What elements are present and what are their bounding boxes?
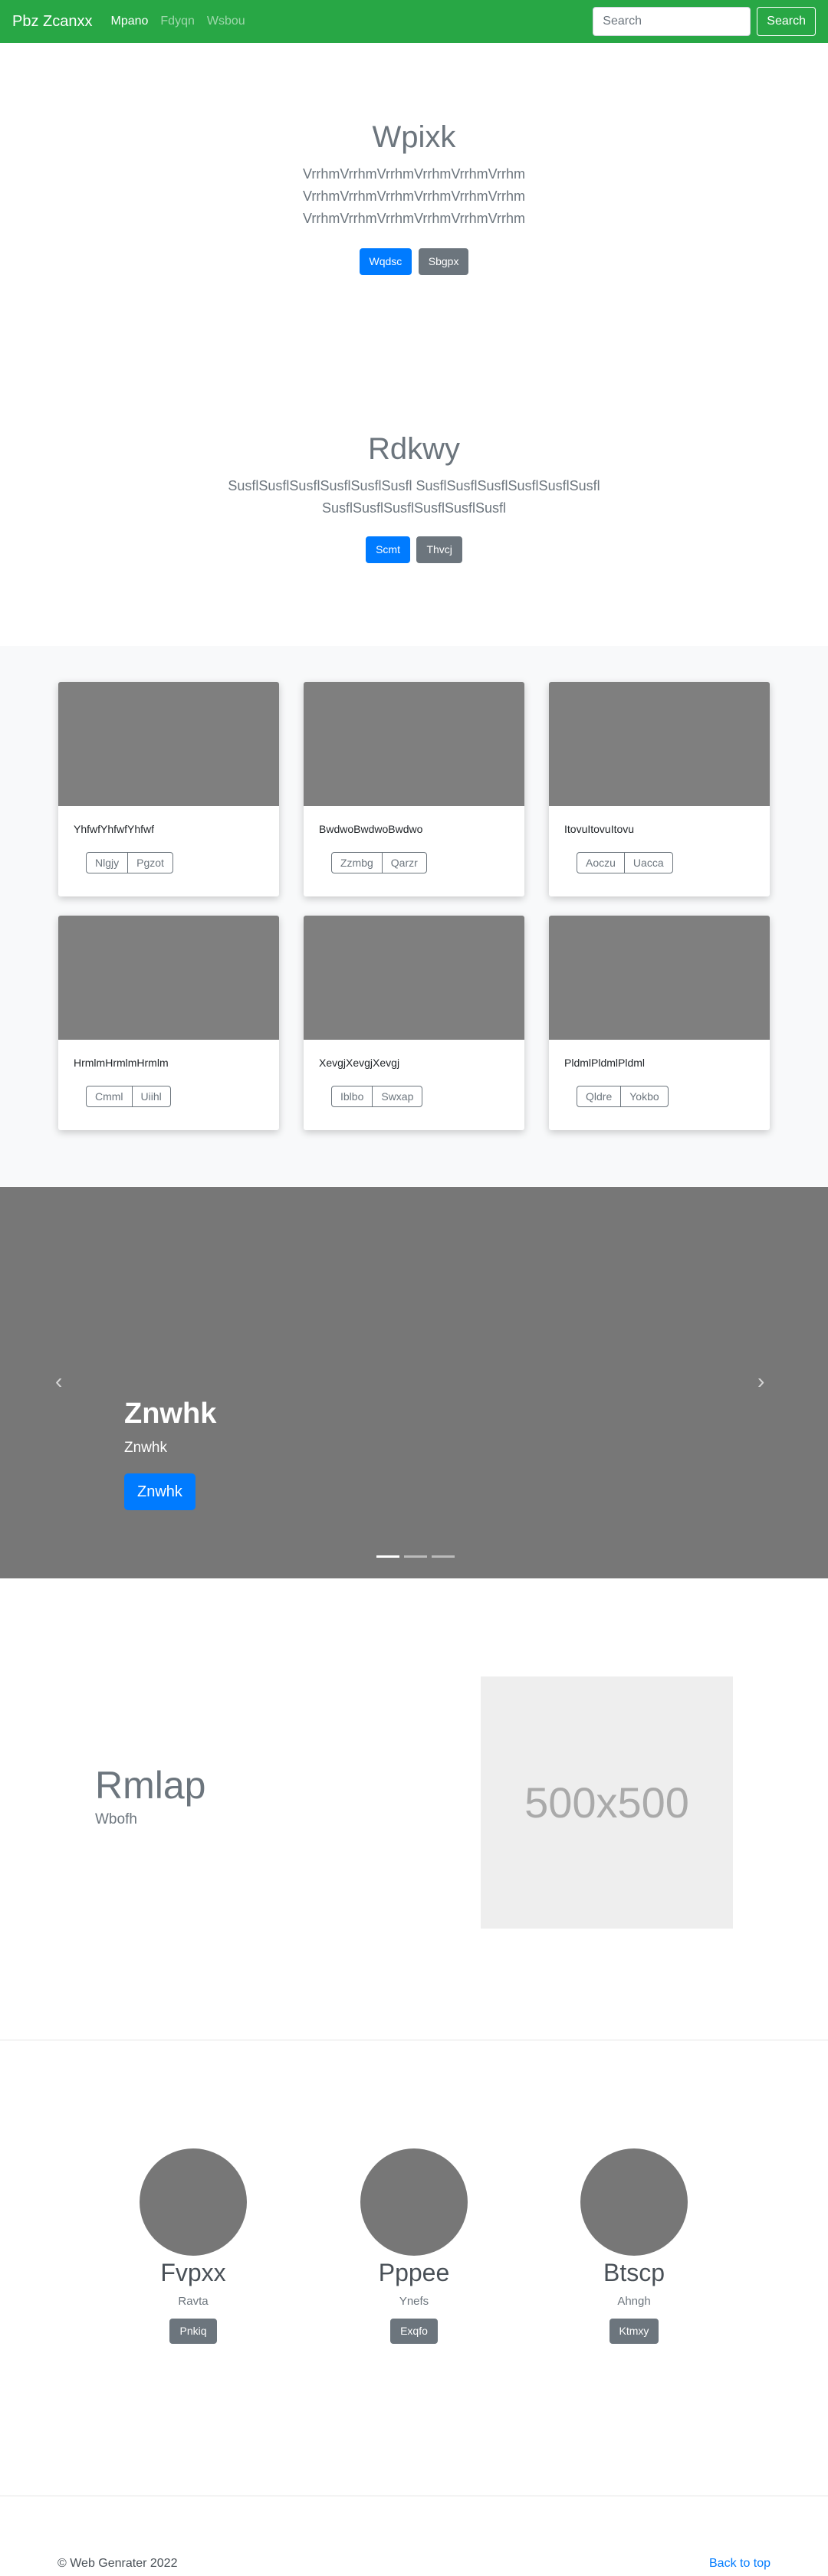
card-view-button[interactable]: Nlgjy [86, 852, 129, 873]
navbar: Pbz Zcanxx Mpano Fdyqn Wsbou Search [0, 0, 828, 43]
carousel-title: Znwhk [124, 1398, 217, 1430]
footer-copyright: © Web Genrater 2022 [58, 2557, 178, 2570]
card-text: YhfwfYhfwfYhfwf [74, 823, 155, 835]
card-button-group: Nlgjy Pgzot [86, 852, 173, 873]
card-edit-button[interactable]: Yokbo [620, 1086, 669, 1107]
carousel-indicator[interactable] [376, 1555, 399, 1558]
hero-primary-button[interactable]: Scmt [366, 536, 410, 563]
marketing-title: Fvpxx [160, 2259, 226, 2286]
hero-buttons: Scmt Thvcj [0, 536, 828, 563]
card-edit-button[interactable]: Qarzr [381, 852, 427, 873]
card-text: XevgjXevgjXevgj [319, 1057, 400, 1069]
card-button-group: Qldre Yokbo [577, 1086, 669, 1107]
album-section: YhfwfYhfwfYhfwf Nlgjy Pgzot BwdwoBwdwoBw… [0, 646, 828, 1186]
card-button-group: Zzmbg Qarzr [331, 852, 427, 873]
card-view-button[interactable]: Iblbo [331, 1086, 373, 1107]
search-button[interactable]: Search [757, 7, 816, 36]
marketing-avatar [360, 2148, 468, 2256]
navbar-brand[interactable]: Pbz Zcanxx [12, 13, 92, 31]
card-button-group: Aoczu Uacca [577, 852, 673, 873]
hero-text-line: SusflSusflSusflSusflSusflSusfl SusflSusf… [228, 478, 600, 493]
card-thumbnail [304, 682, 524, 806]
hero-title: Wpixk [372, 120, 456, 154]
card-thumbnail [549, 916, 770, 1040]
card-thumbnail [58, 916, 279, 1040]
featurette-heading: Rmlap [95, 1764, 206, 1807]
featurette-image-placeholder: 500x500 [481, 1676, 733, 1929]
card-edit-button[interactable]: Swxap [372, 1086, 423, 1107]
card-thumbnail [549, 682, 770, 806]
carousel-indicator[interactable] [404, 1555, 427, 1558]
card-button-group: Iblbo Swxap [331, 1086, 423, 1107]
card-button-group: Cmml Uiihl [86, 1086, 171, 1107]
card-edit-button[interactable]: Uiihl [131, 1086, 171, 1107]
hero-text: SusflSusflSusflSusflSusflSusfl SusflSusf… [0, 475, 828, 519]
carousel-indicator[interactable] [432, 1555, 455, 1558]
card-edit-button[interactable]: Pgzot [127, 852, 173, 873]
card-edit-button[interactable]: Uacca [623, 852, 673, 873]
card-view-button[interactable]: Zzmbg [331, 852, 383, 873]
search-form: Search [593, 7, 816, 36]
marketing-column: Fvpxx Ravta Pnkiq [117, 2148, 270, 2344]
carousel-indicators [374, 1555, 457, 1558]
card-text: BwdwoBwdwoBwdwo [319, 823, 423, 835]
card: HrmlmHrmlmHrmlm Cmml Uiihl [58, 916, 279, 1130]
carousel-caption: Znwhk Znwhk Znwhk [124, 1397, 216, 1510]
nav-link-mpano[interactable]: Mpano [110, 15, 148, 28]
nav-link-wsbou[interactable]: Wsbou [207, 15, 245, 28]
placeholder-label: 500x500 [524, 1778, 689, 1827]
hero-text-line: VrrhmVrrhmVrrhmVrrhmVrrhmVrrhm [303, 188, 525, 204]
carousel-next-icon[interactable]: › [757, 1369, 764, 1394]
card-thumbnail [58, 682, 279, 806]
card: ItovuItovuItovu Aoczu Uacca [549, 682, 770, 896]
card-view-button[interactable]: Qldre [577, 1086, 622, 1107]
hero-secondary-button[interactable]: Sbgpx [418, 248, 469, 276]
card-thumbnail [304, 916, 524, 1040]
marketing-avatar [580, 2148, 688, 2256]
marketing-text: Ahngh [617, 2295, 651, 2308]
card: YhfwfYhfwfYhfwf Nlgjy Pgzot [58, 682, 279, 896]
hero-section-2: Rdkwy SusflSusflSusflSusflSusflSusfl Sus… [0, 431, 828, 563]
hero-buttons: Wqdsc Sbgpx [0, 248, 828, 276]
carousel-button[interactable]: Znwhk [124, 1473, 196, 1510]
card-text: HrmlmHrmlmHrmlm [74, 1057, 169, 1069]
carousel-subtitle: Znwhk [124, 1439, 167, 1456]
marketing-text: Ynefs [399, 2295, 429, 2308]
marketing-button[interactable]: Exqfo [390, 2319, 438, 2344]
carousel-prev-icon[interactable]: ‹ [55, 1369, 62, 1394]
featurette-subheading: Wbofh [95, 1811, 137, 1827]
card-text: ItovuItovuItovu [564, 823, 635, 835]
card-view-button[interactable]: Cmml [86, 1086, 133, 1107]
card: PldmlPldmlPldml Qldre Yokbo [549, 916, 770, 1130]
hero-text-line: VrrhmVrrhmVrrhmVrrhmVrrhmVrrhm [303, 210, 525, 226]
card: BwdwoBwdwoBwdwo Zzmbg Qarzr [304, 682, 524, 896]
hero-text-line: VrrhmVrrhmVrrhmVrrhmVrrhmVrrhm [303, 166, 525, 182]
hero-secondary-button[interactable]: Thvcj [416, 536, 462, 563]
hero-title: Rdkwy [367, 432, 461, 466]
marketing-title: Btscp [603, 2259, 665, 2286]
hero-section-1: Wpixk VrrhmVrrhmVrrhmVrrhmVrrhmVrrhm Vrr… [0, 119, 828, 276]
marketing-column: Pppee Ynefs Exqfo [337, 2148, 491, 2344]
card-text: PldmlPldmlPldml [564, 1057, 646, 1069]
marketing-column: Btscp Ahngh Ktmxy [557, 2148, 711, 2344]
marketing-button[interactable]: Pnkiq [169, 2319, 217, 2344]
hero-text-line: SusflSusflSusflSusflSusflSusfl [321, 500, 507, 516]
nav-link-fdyqn[interactable]: Fdyqn [160, 15, 194, 28]
carousel: ‹ › Znwhk Znwhk Znwhk [0, 1187, 828, 1578]
hero-primary-button[interactable]: Wqdsc [359, 248, 412, 276]
card-view-button[interactable]: Aoczu [577, 852, 625, 873]
marketing-title: Pppee [378, 2259, 450, 2286]
search-input[interactable] [593, 7, 751, 36]
marketing-button[interactable]: Ktmxy [609, 2319, 659, 2344]
card: XevgjXevgjXevgj Iblbo Swxap [304, 916, 524, 1130]
back-to-top-link[interactable]: Back to top [709, 2557, 770, 2571]
marketing-text: Ravta [178, 2295, 209, 2308]
marketing-avatar [140, 2148, 247, 2256]
hero-text: VrrhmVrrhmVrrhmVrrhmVrrhmVrrhm VrrhmVrrh… [0, 163, 828, 229]
